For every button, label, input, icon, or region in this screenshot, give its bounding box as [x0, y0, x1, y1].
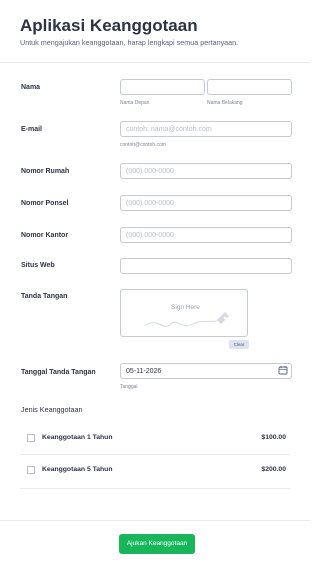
email-input[interactable]: contoh: nama@contoh.com [120, 121, 292, 137]
signature-clear-button[interactable]: Clear [229, 340, 249, 349]
membership-label: Jenis Keanggotaan [21, 405, 83, 414]
signature-scribble-icon [144, 312, 229, 327]
home-phone-label: Nomor Rumah [21, 168, 70, 175]
product-divider [20, 488, 290, 489]
membership-name: Keanggotaan 5 Tahun [42, 466, 113, 473]
name-label: Nama [21, 84, 41, 91]
calendar-icon[interactable] [278, 365, 288, 375]
home-phone-input[interactable]: (000) 000-0000 [120, 163, 292, 179]
membership-price: $200.00 [261, 466, 286, 473]
signature-pad[interactable]: Sign Here [120, 289, 248, 337]
sign-date-input[interactable]: 05-11-2026 [120, 363, 292, 379]
signature-label: Tanda Tangan [21, 293, 68, 300]
sign-date-label: Tanggal Tanda Tangan [21, 369, 96, 376]
membership-option-5year[interactable]: Keanggotaan 5 Tahun $200.00 [20, 454, 290, 486]
mobile-phone-label: Nomor Ponsel [21, 200, 69, 207]
membership-name: Keanggotaan 1 Tahun [42, 434, 113, 441]
email-sublabel: contoh@contoh.com [120, 142, 166, 148]
mobile-phone-input[interactable]: (000) 000-0000 [120, 195, 292, 211]
sign-date-sublabel: Tanggal [120, 384, 138, 390]
office-phone-label: Nomor Kantor [21, 232, 69, 239]
header-divider [0, 62, 310, 63]
form-header: Aplikasi Keanggotaan Untuk mengajukan ke… [20, 16, 296, 47]
website-input[interactable] [120, 258, 292, 274]
last-name-input[interactable] [207, 79, 292, 95]
membership-checkbox[interactable] [27, 434, 35, 442]
first-name-sublabel: Nama Depan [120, 100, 150, 106]
form-title: Aplikasi Keanggotaan [20, 16, 198, 35]
submit-button[interactable]: Ajukan Keanggotaan [119, 534, 195, 554]
first-name-input[interactable] [120, 79, 205, 95]
email-label: E-mail [21, 126, 43, 133]
membership-checkbox[interactable] [27, 466, 35, 474]
website-label: Situs Web [21, 262, 55, 269]
membership-option-1year[interactable]: Keanggotaan 1 Tahun $100.00 [20, 422, 290, 454]
office-phone-input[interactable]: (000) 000-0000 [120, 227, 292, 243]
footer-divider [0, 520, 310, 521]
form-subtitle: Untuk mengajukan keanggotaan, harap leng… [20, 38, 239, 47]
membership-price: $100.00 [261, 434, 286, 441]
last-name-sublabel: Nama Belakang [207, 100, 243, 106]
